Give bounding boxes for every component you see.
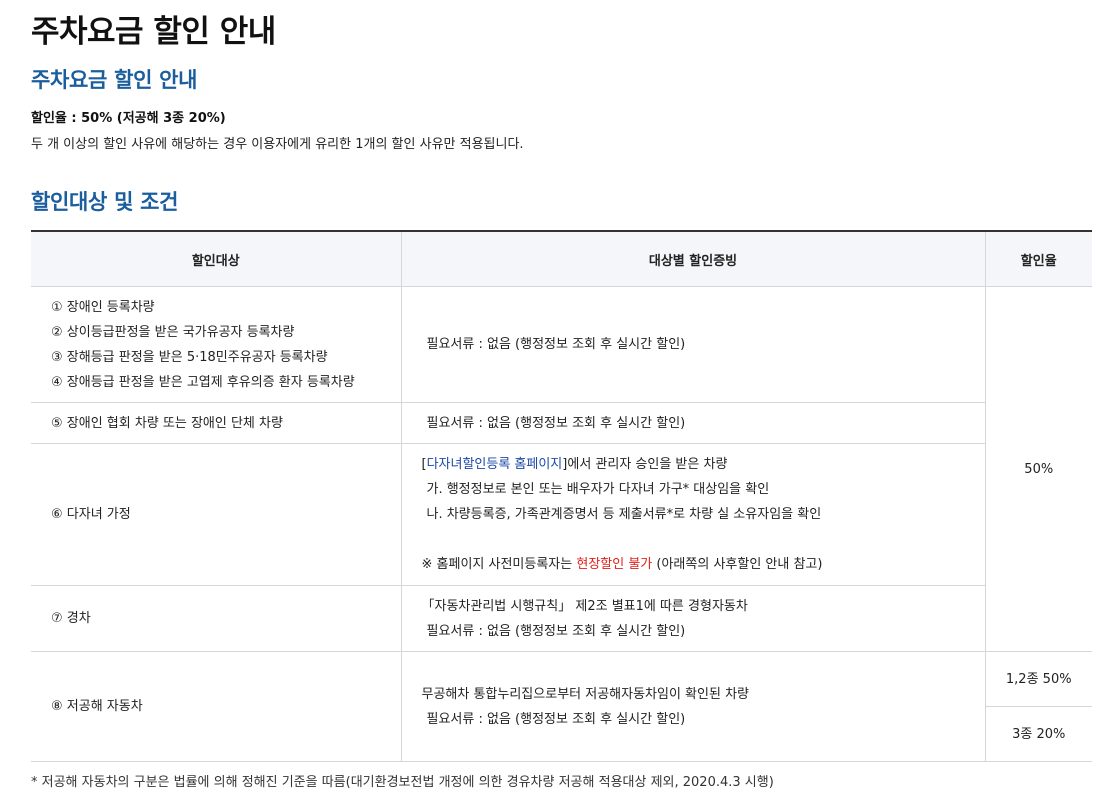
- multi-child-homepage-link[interactable]: 다자녀할인등록 홈페이지: [427, 457, 563, 472]
- header-rate: 할인율: [984, 230, 1092, 287]
- table-row: ⑤ 장애인 협회 차량 또는 장애인 단체 차량 필요서류 : 없음 (행정정보…: [31, 402, 1092, 444]
- target-item: ③ 장해등급 판정을 받은 5·18민주유공자 등록차량: [51, 349, 328, 365]
- rate-cell: 3종 20%: [984, 706, 1092, 762]
- target-cell: ⑦ 경차: [31, 585, 401, 652]
- target-cell: ⑥ 다자녀 가정: [31, 443, 401, 586]
- page-title: 주차요금 할인 안내: [31, 14, 276, 50]
- proof-text: 필요서류 : 없음 (행정정보 조회 후 실시간 할인): [426, 711, 686, 727]
- table-row: ⑦ 경차 「자동차관리법 시행규칙」 제2조 별표1에 따른 경형자동차 필요서…: [31, 585, 1092, 652]
- proof-cell: 「자동차관리법 시행규칙」 제2조 별표1에 따른 경형자동차 필요서류 : 없…: [400, 585, 985, 652]
- target-item: ① 장애인 등록차량: [51, 299, 155, 315]
- target-cell: ⑧ 저공해 자동차: [31, 651, 401, 762]
- rate-cell: 50%: [984, 286, 1092, 652]
- target-cell: ⑤ 장애인 협회 차량 또는 장애인 단체 차량: [31, 402, 401, 444]
- proof-cell: [다자녀할인등록 홈페이지]에서 관리자 승인을 받은 차량 가. 행정정보로 …: [400, 443, 985, 586]
- proof-text: 「자동차관리법 시행규칙」 제2조 별표1에 따른 경형자동차: [421, 598, 748, 614]
- header-target: 할인대상: [31, 230, 401, 287]
- table-row: ① 장애인 등록차량 ② 상이등급판정을 받은 국가유공자 등록차량 ③ 장해등…: [31, 286, 1092, 652]
- conditions-section-title: 할인대상 및 조건: [31, 190, 179, 214]
- footnote: * 저공해 자동차의 구분은 법률에 의해 정해진 기준을 따름(대기환경보전법…: [31, 775, 774, 790]
- note-suffix: (아래쪽의 사후할인 안내 참고): [652, 557, 823, 572]
- discount-rate-summary: 할인율 : 50% (저공해 3종 20%): [31, 111, 226, 126]
- proof-text: 필요서류 : 없음 (행정정보 조회 후 실시간 할인): [426, 415, 686, 431]
- proof-text: 필요서류 : 없음 (행정정보 조회 후 실시간 할인): [426, 623, 686, 639]
- onsite-discount-unavailable: 현장할인 불가: [576, 557, 653, 572]
- proof-cell: 필요서류 : 없음 (행정정보 조회 후 실시간 할인): [400, 286, 985, 403]
- proof-text: 필요서류 : 없음 (행정정보 조회 후 실시간 할인): [426, 337, 686, 352]
- proof-item-b: 나. 차량등록증, 가족관계증명서 등 제출서류*로 차량 실 소유자임을 확인: [426, 507, 822, 522]
- proof-cell: 필요서류 : 없음 (행정정보 조회 후 실시간 할인): [400, 402, 985, 444]
- proof-item-a: 가. 행정정보로 본인 또는 배우자가 다자녀 가구* 대상임을 확인: [426, 482, 770, 497]
- proof-text: 무공해차 통합누리집으로부터 저공해자동차임이 확인된 차량: [421, 686, 750, 702]
- header-proof: 대상별 할인증빙: [400, 230, 985, 287]
- rate-cell: 1,2종 50%: [984, 651, 1092, 707]
- note-prefix: ※ 홈페이지 사전미등록자는: [421, 557, 577, 572]
- table-row: ⑥ 다자녀 가정 [다자녀할인등록 홈페이지]에서 관리자 승인을 받은 차량 …: [31, 443, 1092, 586]
- target-cell: ① 장애인 등록차량 ② 상이등급판정을 받은 국가유공자 등록차량 ③ 장해등…: [31, 286, 401, 403]
- discount-section-title: 주차요금 할인 안내: [31, 68, 198, 92]
- table-row: ⑧ 저공해 자동차 무공해차 통합누리집으로부터 저공해자동차임이 확인된 차량…: [31, 651, 1092, 762]
- discount-table: 할인대상 대상별 할인증빙 할인율 ① 장애인 등록차량 ② 상이등급판정을 받…: [31, 230, 1092, 762]
- discount-rule-note: 두 개 이상의 할인 사유에 해당하는 경우 이용자에게 유리한 1개의 할인 …: [31, 137, 524, 152]
- table-header-row: 할인대상 대상별 할인증빙 할인율: [31, 230, 1092, 287]
- target-item: ② 상이등급판정을 받은 국가유공자 등록차량: [51, 324, 295, 340]
- target-item: ④ 장애등급 판정을 받은 고엽제 후유의증 환자 등록차량: [51, 374, 355, 390]
- proof-text: ]에서 관리자 승인을 받은 차량: [562, 457, 728, 472]
- proof-cell: 무공해차 통합누리집으로부터 저공해자동차임이 확인된 차량 필요서류 : 없음…: [400, 651, 985, 762]
